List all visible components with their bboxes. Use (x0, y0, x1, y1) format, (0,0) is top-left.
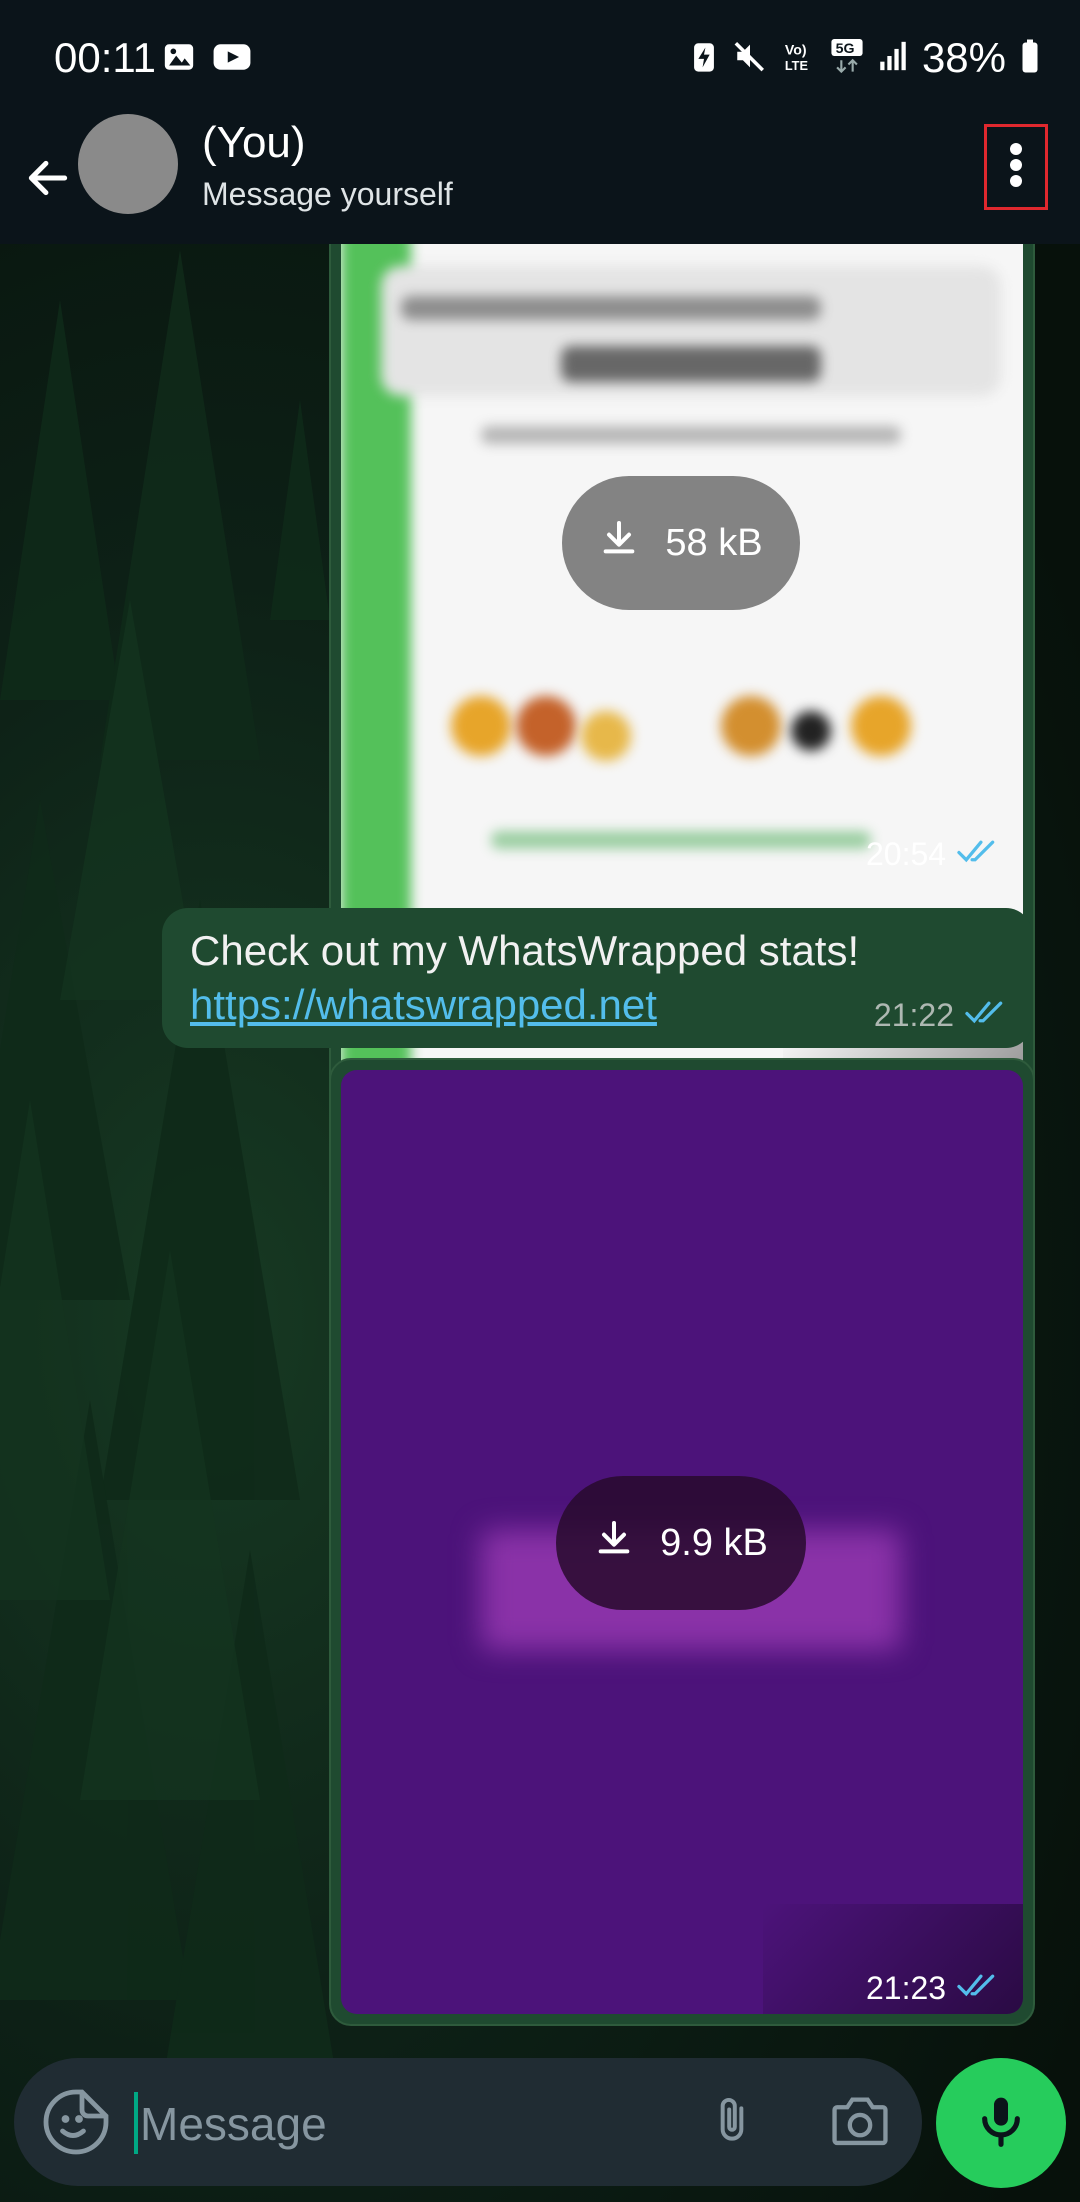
status-time: 00:11 (54, 34, 156, 81)
message-time: 20:54 (866, 836, 947, 872)
contact-name: (You) (202, 118, 306, 167)
signal-icon (878, 39, 908, 78)
voice-record-button[interactable] (936, 2058, 1066, 2188)
status-bar: 00:11 Vo) LTE 5G 38% (0, 0, 1080, 118)
double-check-icon (956, 836, 1000, 873)
more-options-button[interactable] (984, 124, 1048, 210)
double-check-icon (964, 997, 1008, 1034)
svg-text:LTE: LTE (785, 58, 808, 73)
message-composer (14, 2058, 922, 2186)
microphone-icon (973, 2091, 1029, 2156)
download-button[interactable]: 9.9 kB (556, 1476, 806, 1610)
contact-info[interactable]: (You) Message yourself (0, 118, 900, 244)
volte-icon: Vo) LTE (782, 39, 816, 78)
file-size: 58 kB (665, 521, 763, 564)
youtube-icon (212, 40, 252, 79)
svg-text:5G: 5G (836, 41, 855, 57)
paperclip-icon (704, 2090, 760, 2155)
message-list[interactable]: 58 kB 20:54 Check out my WhatsWrapped st… (0, 214, 1080, 2044)
battery-level: 38% (921, 34, 1006, 81)
download-icon (594, 1518, 634, 1568)
message-meta: 21:22 (874, 997, 1008, 1034)
download-button[interactable]: 58 kB (562, 476, 800, 610)
message-time: 21:23 (866, 1970, 947, 2006)
message-time: 21:22 (873, 997, 954, 1033)
text-message[interactable]: Check out my WhatsWrapped stats! https:/… (162, 908, 1032, 1048)
message-text: Check out my WhatsWrapped stats! (190, 927, 860, 974)
battery-saver-icon (690, 39, 718, 78)
camera-icon (829, 2092, 891, 2153)
message-meta: 21:23 (866, 1970, 1000, 2007)
message-meta: 20:54 (866, 836, 1000, 873)
sticker-icon (40, 2089, 112, 2162)
download-icon (599, 518, 639, 568)
gallery-icon (162, 40, 196, 79)
battery-icon (1020, 38, 1040, 79)
svg-text:Vo): Vo) (785, 42, 807, 58)
mute-icon (732, 39, 768, 78)
attach-button[interactable] (694, 2084, 770, 2160)
5g-icon: 5G (830, 37, 864, 80)
camera-button[interactable] (820, 2084, 900, 2160)
more-vertical-icon (1008, 140, 1024, 195)
contact-subtitle: Message yourself (202, 176, 453, 212)
file-size: 9.9 kB (660, 1521, 768, 1564)
message-input[interactable] (138, 2086, 682, 2162)
double-check-icon (956, 1970, 1000, 2007)
sticker-button[interactable] (40, 2086, 112, 2158)
